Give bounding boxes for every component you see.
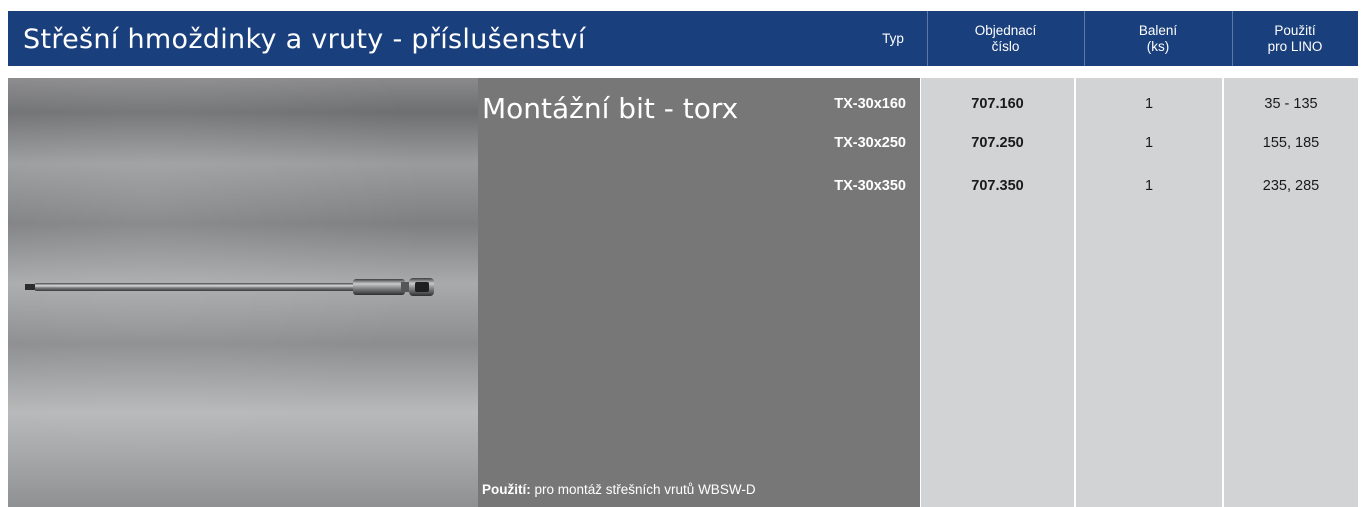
product-title: Montážní bit - torx xyxy=(482,92,739,125)
column-header-baleni: Balení (ks) xyxy=(1138,22,1178,54)
usage-range-cell: 35 - 135 xyxy=(1264,96,1318,112)
column-header-pouziti: Použití pro LINO xyxy=(1267,22,1323,54)
torx-bit-icon xyxy=(25,278,434,296)
usage-label: Použití: xyxy=(482,482,531,497)
usage-range-cell: 155, 185 xyxy=(1262,135,1320,151)
order-number-cell: 707.350 xyxy=(971,178,1024,194)
section-header: Střešní hmoždinky a vruty - příslušenstv… xyxy=(8,11,1358,66)
column-baleni: 1 1 1 xyxy=(1076,78,1222,507)
package-qty-cell: 1 xyxy=(1144,135,1154,151)
section-title: Střešní hmoždinky a vruty - příslušenstv… xyxy=(23,24,586,55)
usage-range-cell: 235, 285 xyxy=(1262,178,1320,194)
column-header-typ: Typ xyxy=(882,30,904,46)
product-description-panel: Montážní bit - torx TX-30x160 TX-30x250 … xyxy=(478,78,920,507)
column-objednaci-cislo: 707.160 707.250 707.350 xyxy=(921,78,1074,507)
type-cell: TX-30x160 xyxy=(834,96,906,112)
column-pouziti: 35 - 135 155, 185 235, 285 xyxy=(1224,78,1358,507)
type-cell: TX-30x350 xyxy=(834,178,906,194)
usage-text: pro montáž střešních vrutů WBSW-D xyxy=(530,482,756,497)
type-cell: TX-30x250 xyxy=(834,135,906,151)
usage-note: Použití: pro montáž střešních vrutů WBSW… xyxy=(482,482,756,497)
order-number-cell: 707.250 xyxy=(971,135,1024,151)
package-qty-cell: 1 xyxy=(1144,178,1154,194)
order-number-cell: 707.160 xyxy=(971,96,1024,112)
product-photo xyxy=(8,78,478,507)
package-qty-cell: 1 xyxy=(1144,96,1154,112)
column-header-objednaci-cislo: Objednací číslo xyxy=(974,22,1037,54)
